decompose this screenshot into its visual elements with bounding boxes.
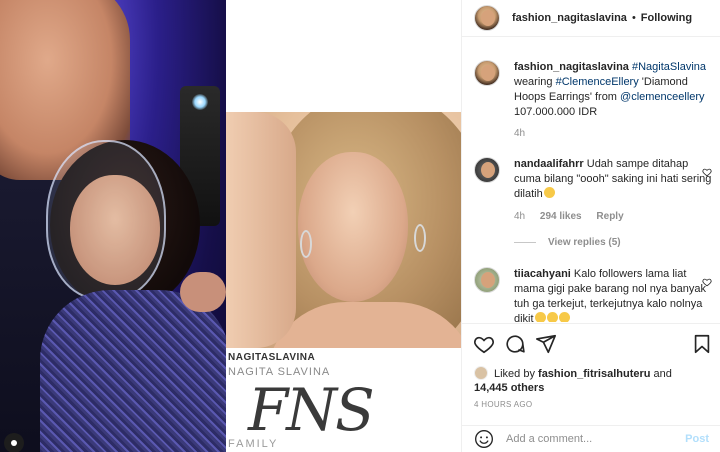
likes-summary: Liked by fashion_fitrisalhuteru and 14,4… — [474, 366, 714, 395]
header-separator: • — [631, 12, 636, 24]
post-timestamp[interactable]: 4 HOURS AGO — [474, 400, 532, 409]
woman-dress — [40, 290, 226, 452]
comment-time: 4h — [514, 211, 526, 222]
view-replies-label: View replies (5) — [548, 237, 621, 248]
caption-text-3: 107.000.000 IDR — [514, 106, 598, 118]
comment-text: tiiacahyani Kalo followers lama liat mam… — [514, 267, 712, 322]
brand-sub: FAMILY — [228, 438, 279, 450]
face-shield — [46, 140, 166, 300]
comments-list[interactable]: fashion_nagitaslavina #NagitaSlavina wea… — [462, 50, 720, 322]
caption-meta: 4h — [514, 128, 537, 139]
grinning-emoji-icon — [546, 312, 558, 322]
photo-right — [226, 112, 461, 348]
comment-text: nandaalifahrr Udah sampe ditahap cuma bi… — [514, 157, 712, 202]
action-bar — [462, 323, 720, 363]
following-button[interactable]: Following — [641, 12, 692, 24]
heart-icon[interactable] — [473, 333, 495, 355]
caption-username[interactable]: fashion_nagitaslavina — [514, 61, 629, 73]
instagram-post-view: NAGITASLAVINA NAGITA SLAVINA FNS FAMILY … — [0, 0, 720, 452]
liker-username[interactable]: fashion_fitrisalhuteru — [538, 368, 650, 380]
photo-left — [0, 0, 226, 452]
grinning-emoji-icon — [558, 312, 570, 322]
reply-button[interactable]: Reply — [596, 211, 623, 222]
comment-meta: 4h 294 likes Reply — [514, 211, 636, 222]
liker-avatar[interactable] — [474, 366, 488, 380]
small-heart-icon[interactable] — [702, 277, 712, 287]
replies-line — [514, 242, 536, 243]
liked-by-prefix: Liked by — [494, 368, 539, 380]
emoji-icon[interactable] — [474, 429, 494, 449]
earring-right — [414, 224, 426, 252]
comment-likes[interactable]: 294 likes — [540, 211, 582, 222]
author-avatar[interactable] — [474, 5, 500, 31]
add-comment-bar: Post — [462, 425, 720, 452]
caption-brand-tag[interactable]: #ClemenceEllery — [556, 76, 639, 88]
add-comment-input[interactable] — [506, 433, 686, 445]
post-media[interactable]: NAGITASLAVINA NAGITA SLAVINA FNS FAMILY — [0, 0, 461, 452]
caption-time: 4h — [514, 128, 526, 139]
caption: fashion_nagitaslavina #NagitaSlavina wea… — [474, 60, 714, 150]
likes-count[interactable]: 14,445 others — [474, 382, 544, 394]
comment-username[interactable]: nandaalifahrr — [514, 158, 584, 170]
brand-watermark: NAGITASLAVINA NAGITA SLAVINA FNS FAMILY — [226, 350, 461, 452]
caption-mention[interactable]: @clemenceellery — [620, 91, 705, 103]
post-comment-button[interactable]: Post — [685, 433, 709, 445]
tagged-user-icon[interactable] — [4, 433, 24, 452]
liked-by-and: and — [650, 368, 672, 380]
small-heart-icon[interactable] — [702, 167, 712, 177]
view-replies-button[interactable]: View replies (5) — [514, 237, 621, 248]
comment-username[interactable]: tiiacahyani — [514, 268, 571, 280]
caption-text: fashion_nagitaslavina #NagitaSlavina wea… — [514, 60, 712, 120]
comment-item: tiiacahyani Kalo followers lama liat mam… — [474, 267, 714, 322]
comment-item: nandaalifahrr Udah sampe ditahap cuma bi… — [474, 157, 714, 257]
caption-avatar[interactable] — [474, 60, 500, 86]
commenter-avatar[interactable] — [474, 267, 500, 293]
comment-icon[interactable] — [504, 333, 526, 355]
grinning-emoji-icon — [534, 312, 546, 322]
share-icon[interactable] — [535, 333, 557, 355]
model-face — [298, 152, 408, 302]
post-header: fashion_nagitaslavina • Following — [462, 0, 720, 37]
post-side-panel: fashion_nagitaslavina • Following fashio… — [461, 0, 720, 452]
caption-hashtag[interactable]: #NagitaSlavina — [632, 61, 706, 73]
author-username[interactable]: fashion_nagitaslavina — [512, 12, 627, 24]
grinning-emoji-icon — [543, 187, 555, 198]
commenter-avatar[interactable] — [474, 157, 500, 183]
hand — [180, 272, 226, 312]
caption-text-1: wearing — [514, 76, 556, 88]
brand-line-1: NAGITASLAVINA — [228, 352, 316, 363]
brand-mark: FNS — [248, 376, 375, 444]
bookmark-icon[interactable] — [691, 333, 713, 355]
earring-left — [300, 230, 312, 258]
model-arm — [226, 112, 296, 348]
